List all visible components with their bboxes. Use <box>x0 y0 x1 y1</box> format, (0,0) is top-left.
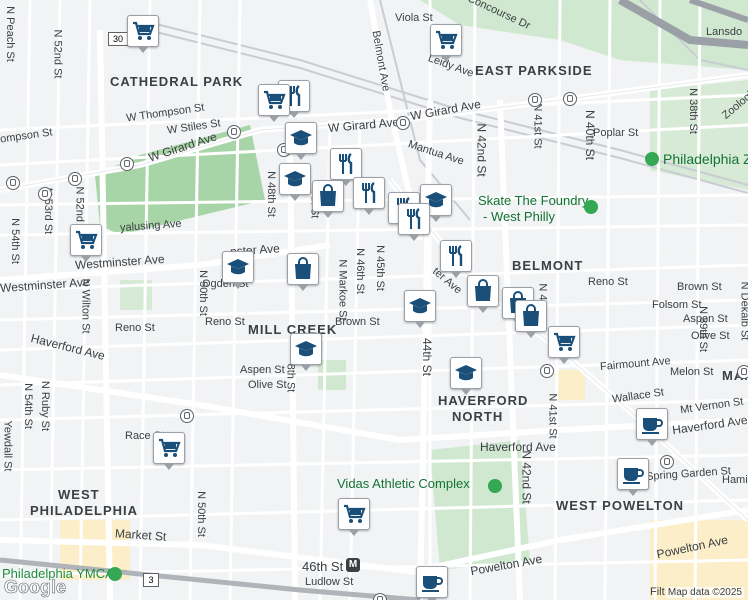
street-label: Folsom St <box>652 299 702 311</box>
transit-stop-icon[interactable] <box>180 409 194 423</box>
map-marker-cafe[interactable] <box>416 566 448 600</box>
park-pin-icon[interactable] <box>584 200 598 214</box>
street-label: Haverford Ave <box>480 440 556 454</box>
transit-stop-icon[interactable] <box>120 157 134 171</box>
street-label: N 41st St <box>546 393 559 439</box>
street-label: Brown St <box>677 281 722 293</box>
map-marker-restaurant[interactable] <box>330 148 362 186</box>
map-marker-school[interactable] <box>404 290 436 328</box>
street-label: Olive St <box>691 330 730 342</box>
street-label: Viola St <box>395 12 433 24</box>
map-marker-grocery[interactable] <box>258 84 290 122</box>
map-marker-grocery[interactable] <box>153 432 185 470</box>
map-marker-school[interactable] <box>279 163 311 201</box>
street-label: Reno St <box>115 322 155 334</box>
transit-stop-icon[interactable] <box>737 365 748 379</box>
google-logo: Google <box>4 577 67 598</box>
neighborhood-cathedral-park: CATHEDRAL PARK <box>110 74 244 89</box>
transit-stop-icon[interactable] <box>227 125 241 139</box>
park-pin-icon[interactable] <box>108 567 122 581</box>
map-marker-grocery[interactable] <box>430 24 462 62</box>
subway-icon[interactable]: M <box>346 558 360 572</box>
street-label: Filt <box>650 586 665 598</box>
street-label: N Dekalb St <box>738 282 748 341</box>
transit-stop-icon[interactable] <box>540 364 554 378</box>
transit-stop-icon[interactable] <box>38 187 52 201</box>
neighborhood-east-parkside: EAST PARKSIDE <box>475 63 593 78</box>
street-label: N 42nd St <box>474 123 489 177</box>
street-label: Lansdo <box>706 26 743 38</box>
route-30-shield: 30 <box>108 32 128 46</box>
map-marker-school[interactable] <box>290 333 322 371</box>
street-label: N 50th St <box>194 491 207 537</box>
map-marker-school[interactable] <box>450 357 482 395</box>
street-label: N 46th St <box>353 248 366 294</box>
transit-stop-icon[interactable] <box>68 172 82 186</box>
map-marker-restaurant[interactable] <box>440 240 472 278</box>
map-marker-restaurant[interactable] <box>398 203 430 241</box>
park-pin-icon[interactable] <box>645 152 659 166</box>
transit-stop-icon[interactable] <box>373 593 387 600</box>
street-label: Aspen St <box>240 364 285 376</box>
map-marker-shopping[interactable] <box>515 300 547 338</box>
map-marker-grocery[interactable] <box>338 498 370 536</box>
neighborhood-west-powelton: WEST POWELTON <box>556 498 685 513</box>
poi-vidas-athletic-complex[interactable]: Vidas Athletic Complex <box>337 476 470 491</box>
street-label: N 45th St <box>373 245 386 291</box>
street-label: 44th St <box>420 337 435 377</box>
street-label: N Peach St <box>3 6 16 62</box>
neighborhood-west-philadelphia-2: PHILADELPHIA <box>30 503 139 518</box>
street-label: N Ruby St <box>39 380 52 432</box>
route-3-shield: 3 <box>143 573 159 587</box>
map-marker-cafe[interactable] <box>617 458 649 496</box>
street-label: N Markoe St <box>336 259 349 321</box>
map-attribution: Map data ©2025 <box>665 587 744 598</box>
street-label: N 52nd St <box>51 29 64 79</box>
street-label: Olive St <box>248 379 287 391</box>
neighborhood-west-philadelphia: WEST <box>58 487 100 502</box>
map-marker-grocery[interactable] <box>548 326 580 364</box>
map-marker-restaurant[interactable] <box>353 177 385 215</box>
poi-skate-foundry[interactable]: Skate The Foundry <box>478 193 588 208</box>
map-canvas[interactable]: CATHEDRAL PARK EAST PARKSIDE BELMONT MIL… <box>0 0 748 600</box>
transit-stop-icon[interactable] <box>563 92 577 106</box>
transit-stop-icon[interactable] <box>396 116 410 130</box>
street-label: N 50th St <box>196 270 209 316</box>
neighborhood-belmont: BELMONT <box>512 258 584 273</box>
poi-46th-st-station[interactable]: 46th St <box>302 559 343 574</box>
street-label: N 54th St <box>8 218 21 264</box>
park-pin-icon[interactable] <box>488 479 502 493</box>
neighborhood-haverford-north-2: NORTH <box>452 409 504 424</box>
map-marker-grocery[interactable] <box>127 15 159 53</box>
street-label: Reno St <box>588 276 628 288</box>
map-marker-school[interactable] <box>285 122 317 160</box>
street-label: N 48th St <box>264 171 277 217</box>
street-label: Aspen St <box>683 313 728 325</box>
street-label: Brown St <box>335 316 380 328</box>
street-label: Yewdall St <box>1 420 14 472</box>
transit-stop-icon[interactable] <box>6 176 20 190</box>
street-label: Melon St <box>670 366 714 378</box>
street-label: Hamilt <box>722 474 748 486</box>
map-marker-grocery[interactable] <box>70 224 102 262</box>
street-label: Poplar St <box>593 127 639 139</box>
street-label: Ludlow St <box>305 576 354 588</box>
transit-stop-icon[interactable] <box>660 455 674 469</box>
neighborhood-haverford-north: HAVERFORD <box>438 393 529 408</box>
street-label: N 38th St <box>686 88 699 134</box>
street-label: N 41st St <box>531 103 544 149</box>
map-marker-shopping[interactable] <box>312 180 344 218</box>
poi-philadelphia-zoo[interactable]: Philadelphia Z <box>663 151 748 167</box>
street-label: N 42nd St <box>519 450 534 504</box>
map-marker-school[interactable] <box>222 251 254 289</box>
street-label: N 54th St <box>21 383 34 429</box>
street-label: Reno St <box>205 316 245 328</box>
poi-skate-foundry-2[interactable]: - West Philly <box>483 209 555 224</box>
map-marker-shopping[interactable] <box>467 275 499 313</box>
transit-stop-icon[interactable] <box>528 93 542 107</box>
map-marker-shopping[interactable] <box>287 253 319 291</box>
map-marker-cafe[interactable] <box>636 408 668 446</box>
